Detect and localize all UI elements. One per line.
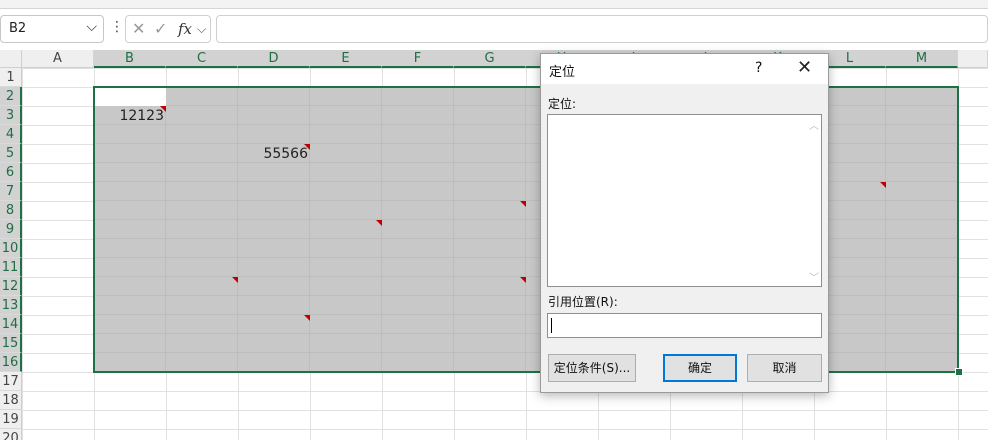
special-button[interactable]: 定位条件(S)... (548, 354, 636, 382)
fill-handle[interactable] (955, 368, 963, 376)
worksheet: A B C D E F G H I J K L M 1 2 3 4 5 6 7 … (0, 50, 988, 440)
goto-list[interactable]: ︿ ﹀ (547, 114, 822, 287)
column-header-g[interactable]: G (454, 50, 526, 68)
row-header-19[interactable]: 19 (0, 410, 22, 429)
row-header-5[interactable]: 5 (0, 144, 22, 163)
close-icon[interactable]: ✕ (797, 57, 812, 78)
text-caret (551, 318, 552, 333)
column-header-e[interactable]: E (310, 50, 382, 68)
insert-function-icon[interactable]: fx (178, 20, 192, 38)
column-header-f[interactable]: F (382, 50, 454, 68)
column-header-c[interactable]: C (166, 50, 238, 68)
formula-controls: ✕ ✓ fx ⌵ (125, 15, 211, 43)
row-header-6[interactable]: 6 (0, 163, 22, 182)
dialog-titlebar[interactable] (541, 54, 828, 84)
chevron-down-icon[interactable]: ⌵ (197, 22, 206, 37)
comment-indicator (232, 277, 238, 283)
row-header-20[interactable]: 20 (0, 429, 22, 440)
scroll-down-icon[interactable]: ﹀ (809, 269, 819, 284)
cancel-icon[interactable]: ✕ (132, 19, 145, 38)
comment-indicator (160, 106, 166, 112)
row-header-9[interactable]: 9 (0, 220, 22, 239)
active-cell[interactable] (94, 87, 166, 106)
row-header-14[interactable]: 14 (0, 315, 22, 334)
row-header-1[interactable]: 1 (0, 68, 22, 87)
list-scrollbar[interactable]: ︿ ﹀ (806, 115, 821, 286)
column-header-a[interactable]: A (22, 50, 94, 68)
row-header-17[interactable]: 17 (0, 372, 22, 391)
row-header-3[interactable]: 3 (0, 106, 22, 125)
column-header-d[interactable]: D (238, 50, 310, 68)
goto-label: 定位: (548, 97, 577, 111)
dialog-title: 定位 (549, 65, 576, 80)
row-header-16[interactable]: 16 (0, 353, 22, 372)
reference-label: 引用位置(R): (548, 295, 618, 309)
cancel-button[interactable]: 取消 (747, 354, 822, 382)
help-icon[interactable]: ? (755, 60, 762, 76)
row-header-12[interactable]: 12 (0, 277, 22, 296)
comment-indicator (880, 182, 886, 188)
row-header-10[interactable]: 10 (0, 239, 22, 258)
name-box[interactable]: B2 ⌵ (0, 15, 104, 43)
row-header-15[interactable]: 15 (0, 334, 22, 353)
scroll-up-icon[interactable]: ︿ (809, 117, 819, 132)
row-header-18[interactable]: 18 (0, 391, 22, 410)
comment-indicator (304, 315, 310, 321)
column-header-n[interactable] (958, 50, 988, 68)
row-header-7[interactable]: 7 (0, 182, 22, 201)
column-header-b[interactable]: B (94, 50, 166, 68)
chevron-down-icon[interactable]: ⌵ (86, 19, 97, 35)
row-header-13[interactable]: 13 (0, 296, 22, 315)
comment-indicator (304, 144, 310, 150)
cell-b3[interactable]: 12123 (94, 108, 164, 124)
reference-input[interactable] (547, 313, 822, 338)
row-header-2[interactable]: 2 (0, 87, 22, 106)
row-header-8[interactable]: 8 (0, 201, 22, 220)
formula-input[interactable] (216, 15, 988, 43)
cell-d5[interactable]: 55566 (238, 146, 308, 162)
ok-button[interactable]: 确定 (663, 354, 737, 382)
column-header-m[interactable]: M (886, 50, 958, 68)
row-header-11[interactable]: 11 (0, 258, 22, 277)
ribbon-edge (0, 0, 988, 9)
comment-indicator (520, 201, 526, 207)
check-icon[interactable]: ✓ (154, 19, 167, 38)
row-header-4[interactable]: 4 (0, 125, 22, 144)
name-box-value: B2 (9, 21, 27, 36)
select-all-corner[interactable] (0, 50, 22, 68)
comment-indicator (376, 220, 382, 226)
comment-indicator (520, 277, 526, 283)
more-options-icon[interactable]: ⋮ (110, 19, 124, 35)
goto-dialog: 定位 ? ✕ 定位: ︿ ﹀ 引用位置(R): 定位条件(S)... 确定 取消 (540, 53, 829, 393)
